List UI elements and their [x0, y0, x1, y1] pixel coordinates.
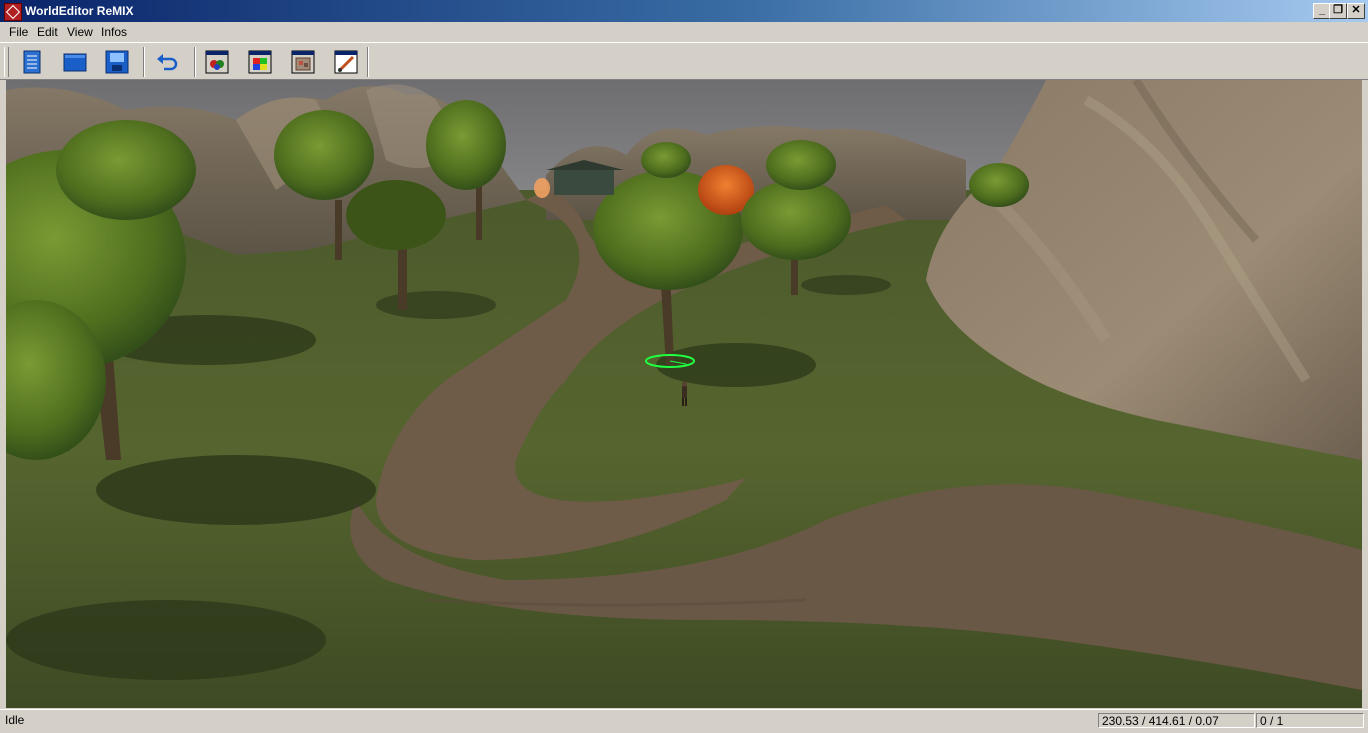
tree-shadow — [96, 455, 376, 525]
undo-button[interactable] — [152, 47, 182, 77]
close-button[interactable]: ✕ — [1347, 3, 1365, 19]
save-disk-icon — [105, 50, 129, 74]
distant-building — [554, 170, 614, 195]
open-button[interactable] — [60, 47, 90, 77]
status-bar: Idle 230.53 / 414.61 / 0.07 0 / 1 — [0, 709, 1368, 733]
world-3d-viewport[interactable] — [6, 80, 1362, 708]
new-file-button[interactable] — [17, 47, 47, 77]
textures-window-icon — [291, 50, 315, 74]
menu-infos[interactable]: Infos — [101, 25, 127, 39]
terrain-scene — [6, 80, 1362, 708]
colors-window-icon — [248, 50, 272, 74]
toolbar-separator — [367, 47, 369, 77]
campfire — [534, 178, 550, 198]
title-bar[interactable]: WorldEditor ReMIX _ ❐ ✕ — [0, 0, 1368, 22]
menu-bar: File Edit View Infos — [0, 22, 1368, 42]
objects-window-icon — [205, 50, 229, 74]
menu-edit[interactable]: Edit — [37, 25, 58, 39]
menu-file[interactable]: File — [9, 25, 28, 39]
status-text: Idle — [5, 713, 25, 727]
toolbar — [0, 42, 1368, 80]
window-title: WorldEditor ReMIX — [25, 4, 134, 18]
save-button[interactable] — [102, 47, 132, 77]
brush-window-button[interactable] — [331, 47, 361, 77]
status-selection-count: 0 / 1 — [1256, 713, 1364, 728]
menu-view[interactable]: View — [67, 25, 93, 39]
new-file-icon — [23, 50, 41, 74]
toolbar-grip[interactable] — [4, 47, 9, 77]
textures-window-button[interactable] — [288, 47, 318, 77]
colors-window-button[interactable] — [245, 47, 275, 77]
objects-window-button[interactable] — [202, 47, 232, 77]
restore-button[interactable]: ❐ — [1329, 3, 1347, 19]
status-coordinates: 230.53 / 414.61 / 0.07 — [1098, 713, 1255, 728]
app-icon — [4, 3, 22, 21]
open-folder-icon — [63, 53, 87, 72]
toolbar-separator — [143, 47, 145, 77]
toolbar-separator — [194, 47, 196, 77]
paint-brush-window-icon — [334, 50, 358, 74]
undo-icon — [157, 54, 178, 71]
